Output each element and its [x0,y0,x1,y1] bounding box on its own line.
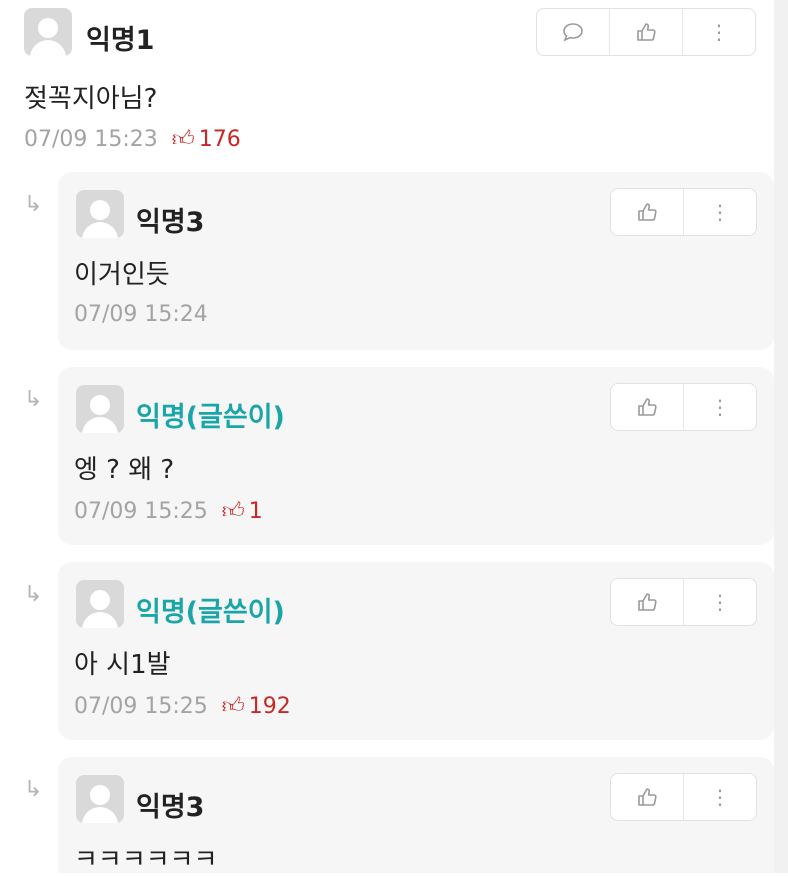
vertical-dots-icon: ⋮ [709,20,729,44]
reply-box: 익명(글쓴이) ⋮ 엥 ? 왜 ? 07/09 15:25 👍︎ 1 [58,367,774,545]
reply-action-bar: ⋮ [610,383,757,431]
comment-text: 젖꼭지아님? [24,84,158,114]
reply-meta: 07/09 15:25 👍︎ 192 [74,692,291,719]
scrollbar-track[interactable] [774,0,788,873]
reply-item: ↳ 익명(글쓴이) ⋮ 엥 ? 왜 ? 07/09 15:25 👍︎ 1 [0,367,774,545]
reply-arrow-icon: ↳ [24,582,43,607]
like-count: 👍︎ 1 [221,499,263,524]
reply-time: 07/09 15:24 [74,302,208,327]
comment: 익명1 ⋮ 젖꼭지아님? 07/09 15:23 👍︎ 176 [24,8,764,158]
comment-time: 07/09 15:23 [24,127,158,152]
thumbs-up-icon [638,593,657,611]
vertical-dots-icon: ⋮ [710,785,730,809]
like-button[interactable] [611,579,683,625]
reply-arrow-icon: ↳ [24,777,43,802]
reply-action-bar: ⋮ [610,188,757,236]
reply-author: 익명3 [136,792,205,823]
reply-text: 아 시1발 [74,650,171,680]
reply-box: 익명3 ⋮ 이거인듯 07/09 15:24 [58,172,774,350]
avatar [76,385,124,433]
reply-author-writer: 익명(글쓴이) [136,402,285,433]
vertical-dots-icon: ⋮ [710,590,730,614]
comment-action-bar: ⋮ [536,8,756,56]
like-button[interactable] [609,9,682,55]
avatar [24,8,72,56]
reply-author-writer: 익명(글쓴이) [136,597,285,628]
more-options-button[interactable]: ⋮ [682,9,755,55]
reply-button[interactable] [537,9,609,55]
thumbs-up-icon: 👍︎ [221,499,245,524]
avatar [76,580,124,628]
reply-time: 07/09 15:25 [74,694,208,719]
reply-arrow-icon: ↳ [24,192,43,217]
reply-time: 07/09 15:25 [74,499,208,524]
reply-item: ↳ 익명3 ⋮ 이거인듯 07/09 15:24 [0,172,774,350]
reply-action-bar: ⋮ [610,578,757,626]
speech-bubble-icon [563,23,583,42]
thumbs-up-icon [638,203,657,221]
thumbs-up-icon: 👍︎ [171,127,195,152]
more-options-button[interactable]: ⋮ [683,384,756,430]
comment-meta: 07/09 15:23 👍︎ 176 [24,125,241,152]
more-options-button[interactable]: ⋮ [683,579,756,625]
reply-text: 엥 ? 왜 ? [74,455,175,485]
like-button[interactable] [611,774,683,820]
thumbs-up-icon [638,398,657,416]
avatar [76,190,124,238]
like-count: 👍︎ 176 [171,127,241,152]
reply-action-bar: ⋮ [610,773,757,821]
avatar [76,775,124,823]
thumbs-up-icon: 👍︎ [221,694,245,719]
reply-box: 익명(글쓴이) ⋮ 아 시1발 07/09 15:25 👍︎ 192 [58,562,774,740]
more-options-button[interactable]: ⋮ [683,189,756,235]
more-options-button[interactable]: ⋮ [683,774,756,820]
reply-arrow-icon: ↳ [24,387,43,412]
vertical-dots-icon: ⋮ [710,395,730,419]
comment-author: 익명1 [86,25,155,56]
reply-box: 익명3 ⋮ ㅋㅋㅋㅋㅋㅋ [58,757,774,875]
like-count: 👍︎ 192 [221,694,291,719]
thumbs-up-icon [637,23,656,41]
reply-author: 익명3 [136,207,205,238]
reply-text: ㅋㅋㅋㅋㅋㅋ [74,845,218,875]
reply-text: 이거인듯 [74,260,170,290]
reply-item: ↳ 익명(글쓴이) ⋮ 아 시1발 07/09 15:25 👍︎ 192 [0,562,774,740]
reply-item: ↳ 익명3 ⋮ ㅋㅋㅋㅋㅋㅋ [0,757,774,875]
like-button[interactable] [611,384,683,430]
reply-meta: 07/09 15:25 👍︎ 1 [74,497,263,524]
thumbs-up-icon [638,788,657,806]
vertical-dots-icon: ⋮ [710,200,730,224]
like-button[interactable] [611,189,683,235]
reply-meta: 07/09 15:24 [74,302,208,327]
